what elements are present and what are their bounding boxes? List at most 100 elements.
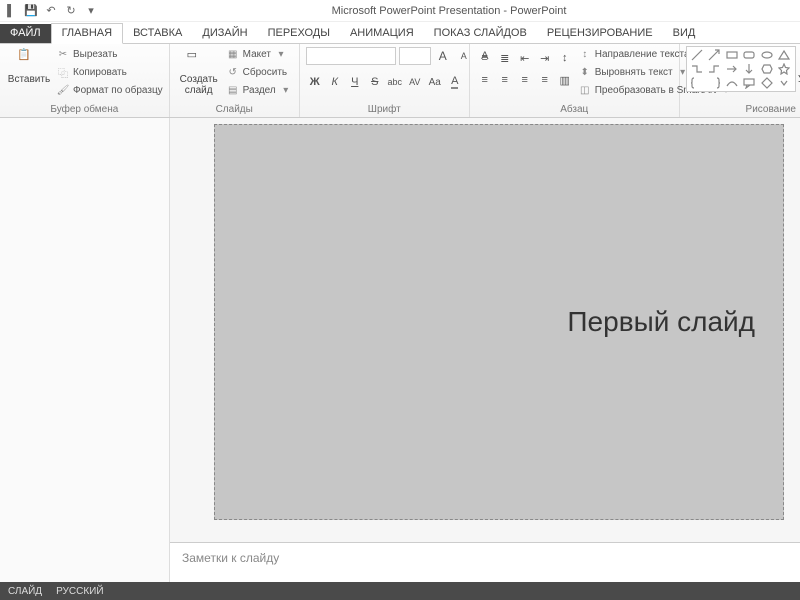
notes-pane[interactable]: Заметки к слайду — [170, 542, 800, 582]
app-icon: ▌ — [4, 4, 18, 18]
workspace: Первый слайд Заметки к слайду — [0, 118, 800, 582]
shape-connector-icon[interactable] — [689, 63, 706, 76]
text-direction-label: Направление текста — [595, 49, 690, 60]
tab-design[interactable]: ДИЗАЙН — [192, 24, 257, 43]
shape-connector2-icon[interactable] — [706, 63, 723, 76]
shape-arrow-right-icon[interactable] — [724, 63, 741, 76]
align-right-button[interactable]: ≡ — [516, 71, 534, 89]
new-slide-icon: ▭ — [187, 48, 211, 72]
shape-callout-icon[interactable] — [741, 76, 758, 89]
slide-title-text[interactable]: Первый слайд — [567, 306, 755, 338]
grow-font-button[interactable]: A — [434, 47, 452, 65]
bullets-button[interactable]: ≡ — [476, 49, 494, 67]
shape-rect-icon[interactable] — [724, 49, 741, 62]
font-size-select[interactable] — [399, 47, 431, 65]
columns-button[interactable]: ▥ — [556, 71, 574, 89]
thumbnail-pane[interactable] — [0, 118, 170, 582]
indent-dec-button[interactable]: ⇤ — [516, 49, 534, 67]
tab-animation[interactable]: АНИМАЦИЯ — [340, 24, 424, 43]
group-paragraph-label: Абзац — [476, 103, 673, 117]
new-slide-label: Создать слайд — [180, 74, 218, 96]
align-center-button[interactable]: ≡ — [496, 71, 514, 89]
slide-canvas[interactable]: Первый слайд — [214, 124, 784, 520]
tab-view[interactable]: ВИД — [663, 24, 706, 43]
tab-slideshow[interactable]: ПОКАЗ СЛАЙДОВ — [424, 24, 537, 43]
numbering-button[interactable]: ≣ — [496, 49, 514, 67]
scissors-icon: ✂ — [56, 48, 70, 62]
shape-arrow-icon[interactable] — [706, 49, 723, 62]
shape-hexagon-icon[interactable] — [759, 63, 776, 76]
bold-button[interactable]: Ж — [306, 73, 324, 91]
shape-triangle-icon[interactable] — [776, 49, 793, 62]
shape-arrow-down-icon[interactable] — [741, 63, 758, 76]
shape-line-icon[interactable] — [689, 49, 706, 62]
font-color-button[interactable]: A — [446, 73, 464, 91]
group-slides-label: Слайды — [176, 103, 293, 117]
layout-label: Макет — [243, 49, 271, 60]
slide-area[interactable]: Первый слайд — [170, 118, 800, 542]
title-bar: ▌ 💾 ↶ ↻ ▾ Microsoft PowerPoint Presentat… — [0, 0, 800, 22]
tab-file[interactable]: ФАЙЛ — [0, 24, 51, 43]
copy-icon: ⿻ — [56, 66, 70, 80]
case-button[interactable]: Aa — [426, 73, 444, 91]
font-family-select[interactable] — [306, 47, 396, 65]
paste-button[interactable]: 📋 Вставить — [6, 46, 52, 85]
layout-icon: ▦ — [226, 48, 240, 62]
group-font-label: Шрифт — [306, 103, 463, 117]
status-language[interactable]: РУССКИЙ — [56, 586, 103, 597]
layout-button[interactable]: ▦Макет▾ — [226, 46, 293, 63]
shape-brace2-icon[interactable] — [706, 76, 723, 89]
shape-curve-icon[interactable] — [724, 76, 741, 89]
copy-button[interactable]: ⿻Копировать — [56, 64, 163, 81]
shape-brace-icon[interactable] — [689, 76, 706, 89]
tab-review[interactable]: РЕЦЕНЗИРОВАНИЕ — [537, 24, 663, 43]
ribbon: 📋 Вставить ✂Вырезать ⿻Копировать 🖌Формат… — [0, 44, 800, 118]
shape-diamond-icon[interactable] — [759, 76, 776, 89]
shapes-gallery[interactable] — [686, 46, 796, 92]
section-label: Раздел — [243, 85, 276, 96]
justify-button[interactable]: ≡ — [536, 71, 554, 89]
reset-button[interactable]: ↺Сбросить — [226, 64, 293, 81]
italic-button[interactable]: К — [326, 73, 344, 91]
align-left-button[interactable]: ≡ — [476, 71, 494, 89]
group-paragraph: ≡ ≣ ⇤ ⇥ ↕ ≡ ≡ ≡ ≡ ▥ ↕Направление текста▾… — [470, 44, 680, 117]
tab-transitions[interactable]: ПЕРЕХОДЫ — [258, 24, 340, 43]
cut-button[interactable]: ✂Вырезать — [56, 46, 163, 63]
undo-icon[interactable]: ↶ — [44, 4, 58, 18]
align-text-icon: ⬍ — [578, 66, 592, 80]
ribbon-tabs: ФАЙЛ ГЛАВНАЯ ВСТАВКА ДИЗАЙН ПЕРЕХОДЫ АНИ… — [0, 22, 800, 44]
spacing-button[interactable]: AV — [406, 73, 424, 91]
indent-inc-button[interactable]: ⇥ — [536, 49, 554, 67]
shadow-button[interactable]: abc — [386, 73, 404, 91]
format-painter-label: Формат по образцу — [73, 85, 163, 96]
format-painter-button[interactable]: 🖌Формат по образцу — [56, 82, 163, 99]
status-bar: СЛАЙД РУССКИЙ — [0, 582, 800, 600]
edit-pane: Первый слайд Заметки к слайду — [170, 118, 800, 582]
chevron-down-icon: ▾ — [279, 84, 293, 98]
group-font: A A A Ж К Ч S abc AV Aa A Шрифт — [300, 44, 470, 117]
shape-ellipse-icon[interactable] — [759, 49, 776, 62]
section-icon: ▤ — [226, 84, 240, 98]
text-direction-icon: ↕ — [578, 48, 592, 62]
chevron-down-icon: ▾ — [274, 48, 288, 62]
qat-more-icon[interactable]: ▾ — [84, 4, 98, 18]
reset-icon: ↺ — [226, 66, 240, 80]
status-slide[interactable]: СЛАЙД — [8, 586, 42, 597]
smartart-icon: ◫ — [578, 84, 592, 98]
shapes-more-icon[interactable] — [776, 76, 793, 89]
window-title: Microsoft PowerPoint Presentation - Powe… — [98, 5, 800, 17]
underline-button[interactable]: Ч — [346, 73, 364, 91]
shape-star-icon[interactable] — [776, 63, 793, 76]
strike-button[interactable]: S — [366, 73, 384, 91]
save-icon[interactable]: 💾 — [24, 4, 38, 18]
shape-roundrect-icon[interactable] — [741, 49, 758, 62]
section-button[interactable]: ▤Раздел▾ — [226, 82, 293, 99]
tab-home[interactable]: ГЛАВНАЯ — [51, 23, 123, 44]
tab-insert[interactable]: ВСТАВКА — [123, 24, 192, 43]
group-clipboard-label: Буфер обмена — [6, 103, 163, 117]
paste-label: Вставить — [8, 74, 50, 85]
group-drawing: ⬚ Упорядочить Рисование — [680, 44, 800, 117]
redo-icon[interactable]: ↻ — [64, 4, 78, 18]
line-spacing-button[interactable]: ↕ — [556, 49, 574, 67]
new-slide-button[interactable]: ▭ Создать слайд — [176, 46, 222, 96]
